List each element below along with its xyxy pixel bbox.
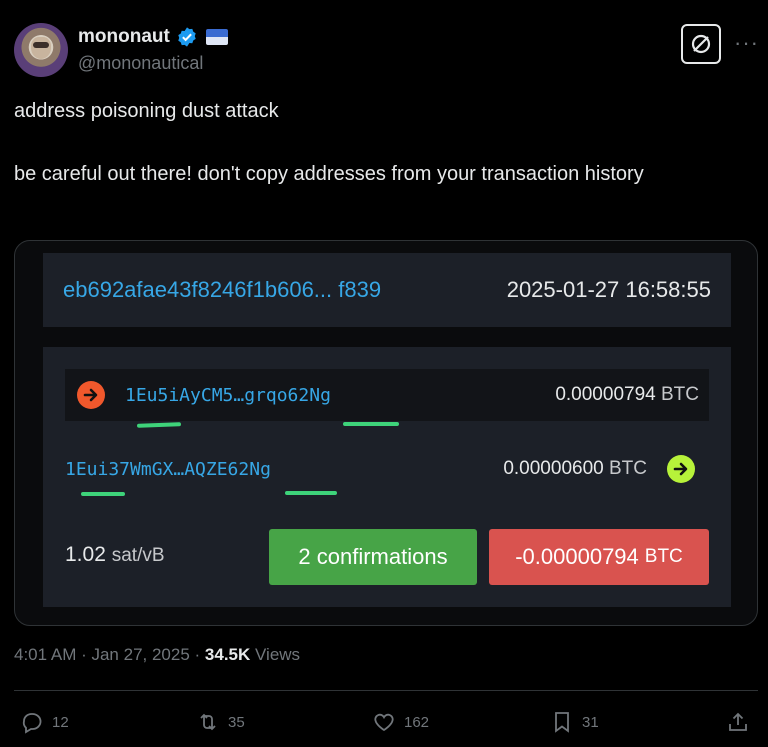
share-button[interactable] <box>726 710 750 734</box>
transaction-body: 1Eu5iAyCM5…grqo62Ng 0.00000794 BTC 1Eui3… <box>43 347 731 607</box>
grok-icon <box>691 34 711 54</box>
like-button[interactable]: 162 <box>372 710 429 734</box>
author-handle[interactable]: @mononautical <box>78 53 203 74</box>
heart-icon <box>374 713 394 732</box>
input-amount: 0.00000794 BTC <box>555 384 699 406</box>
repost-icon <box>200 713 216 731</box>
highlight-underline <box>285 491 337 495</box>
net-amount-value: -0.00000794 <box>515 544 639 569</box>
views-label: Views <box>250 645 301 664</box>
reply-count: 12 <box>52 713 69 731</box>
fee-rate-value: 1.02 <box>65 543 106 566</box>
output-arrow-icon <box>667 455 695 483</box>
share-icon <box>729 712 747 731</box>
fee-rate-unit: sat/vB <box>111 545 165 566</box>
transaction-hash[interactable]: eb692afae43f8246f1b606... f839 <box>63 277 381 303</box>
transaction-timestamp: 2025-01-27 16:58:55 <box>506 277 711 302</box>
like-count: 162 <box>404 713 430 731</box>
tweet-timestamp[interactable]: 4:01 AM · Jan 27, 2025 · <box>14 645 205 664</box>
transaction-header: eb692afae43f8246f1b606... f839 2025-01-2… <box>43 253 731 327</box>
tweet-text-line-2: be careful out there! don't copy address… <box>14 163 644 185</box>
more-options-icon[interactable]: ··· <box>734 30 759 56</box>
tweet-text-line-1: address poisoning dust attack <box>14 100 279 122</box>
output-amount-unit: BTC <box>609 458 647 479</box>
reply-icon <box>22 713 42 734</box>
bookmark-icon <box>555 712 569 733</box>
confirmations-badge: 2 confirmations <box>269 529 477 585</box>
input-arrow-icon <box>77 381 105 409</box>
input-row: 1Eu5iAyCM5…grqo62Ng 0.00000794 BTC <box>65 369 709 421</box>
display-name[interactable]: mononaut <box>78 26 170 48</box>
output-address[interactable]: 1Eui37WmGX…AQZE62Ng <box>65 459 271 480</box>
output-amount: 0.00000600 BTC <box>503 458 647 480</box>
bookmark-count: 31 <box>582 713 599 731</box>
flag-icon <box>205 29 228 45</box>
output-amount-value: 0.00000600 <box>503 458 604 479</box>
repost-button[interactable]: 35 <box>196 710 245 734</box>
views-count: 34.5K <box>204 645 251 664</box>
divider <box>14 690 758 691</box>
fee-rate: 1.02 sat/vB <box>65 543 165 567</box>
avatar-visor <box>33 42 49 48</box>
output-row: 1Eui37WmGX…AQZE62Ng 0.00000600 BTC <box>65 447 709 491</box>
input-amount-value: 0.00000794 <box>555 384 656 405</box>
author-name-row: mononaut <box>78 26 228 48</box>
repost-count: 35 <box>228 713 245 731</box>
avatar[interactable] <box>14 23 68 77</box>
verified-badge-icon[interactable] <box>176 26 198 48</box>
highlight-underline <box>81 492 125 496</box>
input-address[interactable]: 1Eu5iAyCM5…grqo62Ng <box>125 385 331 406</box>
grok-button[interactable] <box>681 24 721 64</box>
avatar-face <box>31 37 51 59</box>
reply-button[interactable]: 12 <box>20 710 69 734</box>
tweet-meta: 4:01 AM · Jan 27, 2025 · 34.5K Views <box>14 645 300 665</box>
highlight-underline <box>136 422 182 428</box>
net-amount-unit: BTC <box>644 546 683 567</box>
tweet-media-image[interactable]: eb692afae43f8246f1b606... f839 2025-01-2… <box>14 240 758 626</box>
highlight-underline <box>343 422 399 426</box>
bookmark-button[interactable]: 31 <box>550 710 599 734</box>
input-amount-unit: BTC <box>661 384 699 405</box>
net-amount-badge: -0.00000794 BTC <box>489 529 709 585</box>
